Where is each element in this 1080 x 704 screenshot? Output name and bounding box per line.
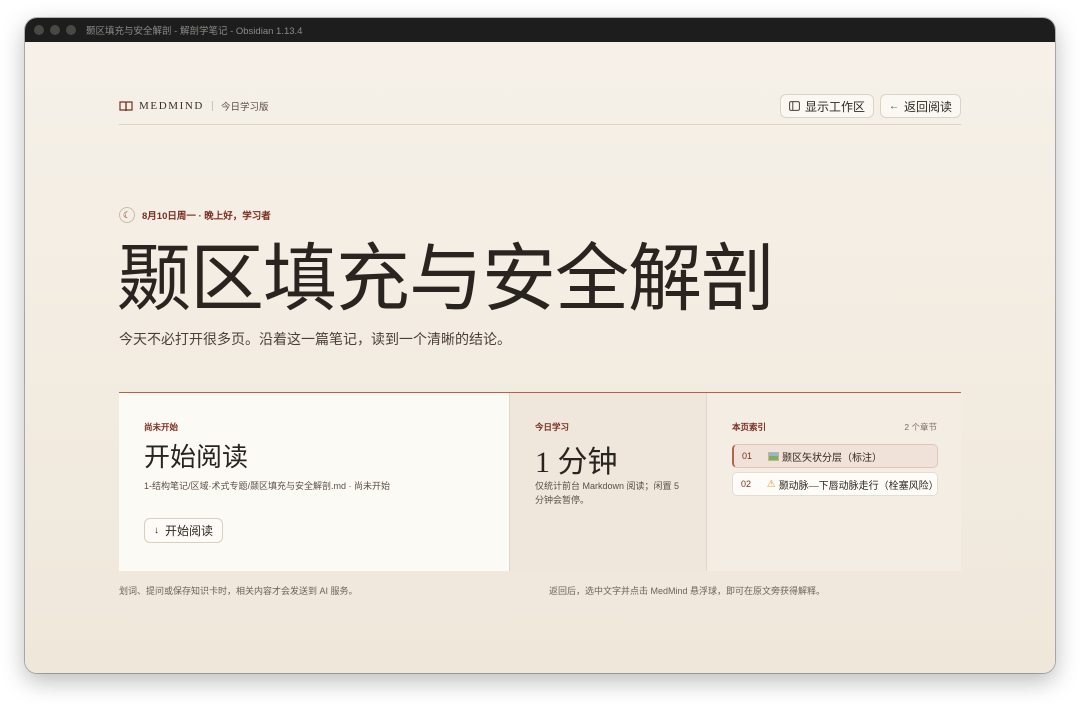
index-header: 本页索引 2 个章节	[732, 421, 937, 433]
arrow-left-icon: ←	[888, 100, 899, 112]
brand: MEDMIND 今日学习版	[119, 99, 269, 113]
arrow-down-icon: ↓	[154, 525, 159, 536]
status-title: 开始阅读	[144, 443, 249, 472]
sidebar-panel-icon	[789, 101, 800, 111]
index-count: 2 个章节	[904, 422, 937, 432]
today-duration: 1 分钟	[535, 446, 618, 479]
greeting-line: ☾ 8月10日周一 · 晚上好，学习者	[119, 207, 271, 223]
date-greeting: 8月10日周一 · 晚上好，学习者	[142, 211, 271, 222]
start-reading-label: 开始阅读	[165, 524, 214, 538]
index-item-number: 01	[742, 451, 753, 461]
back-label: 返回阅读	[903, 99, 952, 114]
index-item[interactable]: 02 ⚠ 颞动脉—下唇动脉走行（栓塞风险）	[732, 472, 939, 496]
warning-icon: ⚠	[766, 478, 776, 490]
reading-status-card: 尚未开始 开始阅读 1-结构笔记/区域·术式专题/颞区填充与安全解剖.md · …	[119, 393, 509, 571]
summary-panel: 尚未开始 开始阅读 1-结构笔记/区域·术式专题/颞区填充与安全解剖.md · …	[119, 392, 961, 571]
page-title: 颞区填充与安全解剖	[117, 239, 775, 321]
app-window: 颞区填充与安全解剖 - 解剖学笔记 - Obsidian 1.13.4 MEDM…	[25, 18, 1055, 673]
status-kicker: 尚未开始	[144, 422, 179, 432]
index-item-label: 颞区矢状分层（标注）	[782, 452, 882, 464]
window-title: 颞区填充与安全解剖 - 解剖学笔记 - Obsidian 1.13.4	[86, 26, 303, 37]
index-item-number: 02	[741, 479, 752, 489]
back-to-reading-button[interactable]: ← 返回阅读	[879, 94, 961, 118]
zoom-window-button[interactable]	[66, 25, 76, 35]
image-icon	[768, 451, 779, 461]
index-list: 01 颞区矢状分层（标注） 02 ⚠ 颞动脉—下唇动脉走行（栓塞风险）	[732, 444, 939, 500]
top-bar: MEDMIND 今日学习版 显示工作区 ← 返回阅读	[119, 88, 961, 125]
moon-icon: ☾	[119, 207, 135, 223]
show-workspace-label: 显示工作区	[804, 99, 865, 114]
today-kicker: 今日学习	[535, 422, 570, 432]
brand-divider	[211, 101, 213, 111]
show-workspace-button[interactable]: 显示工作区	[779, 94, 874, 118]
today-study-card: 今日学习 1 分钟 仅统计前台 Markdown 阅读；闲置 5 分钟会暂停。	[509, 393, 706, 571]
start-reading-button[interactable]: ↓ 开始阅读	[144, 518, 224, 543]
window-controls	[34, 25, 76, 35]
index-item-label: 颞动脉—下唇动脉走行（栓塞风险）	[778, 480, 939, 492]
close-window-button[interactable]	[34, 25, 44, 35]
page-index-card: 本页索引 2 个章节 01 颞区矢状分层（标注） 02 ⚠ 颞动脉—下唇动脉走行…	[706, 393, 961, 571]
index-kicker: 本页索引	[732, 422, 767, 432]
brand-subtitle: 今日学习版	[220, 102, 269, 113]
note-path: 1-结构笔记/区域·术式专题/颞区填充与安全解剖.md · 尚未开始	[144, 481, 391, 491]
minimize-window-button[interactable]	[50, 25, 60, 35]
index-item[interactable]: 01 颞区矢状分层（标注）	[732, 444, 938, 468]
title-bar: 颞区填充与安全解剖 - 解剖学笔记 - Obsidian 1.13.4	[25, 18, 1055, 42]
top-actions: 显示工作区 ← 返回阅读	[779, 94, 961, 118]
footer-usage-tip: 返回后，选中文字并点击 MedMind 悬浮球，即可在原文旁获得解释。	[549, 586, 826, 596]
book-icon	[119, 101, 133, 112]
footer-privacy-note: 划词、提问或保存知识卡时，相关内容才会发送到 AI 服务。	[119, 586, 358, 596]
brand-name: MEDMIND	[139, 100, 204, 112]
today-note: 仅统计前台 Markdown 阅读；闲置 5 分钟会暂停。	[535, 481, 680, 505]
page-subtitle: 今天不必打开很多页。沿着这一篇笔记，读到一个清晰的结论。	[119, 333, 511, 348]
